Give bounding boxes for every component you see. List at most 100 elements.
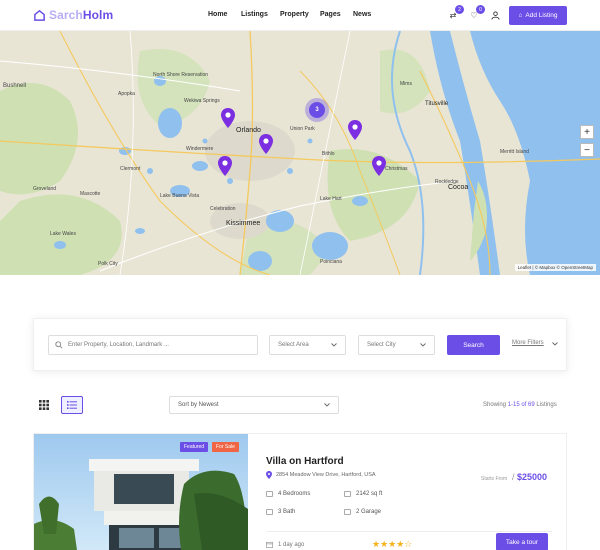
garage-text: 2 Garage [356, 509, 382, 515]
map-label-north-shore: North Shore Reservation [153, 72, 209, 78]
listing-card[interactable]: Featured For Sale Villa on Hartford 2854… [33, 433, 567, 550]
feature-area: 2142 sq ft [344, 491, 382, 497]
map-label-wekiwa: Wekiwa Springs [184, 98, 220, 104]
map-view[interactable]: Bushnell North Shore Reservation Winderm… [0, 31, 600, 275]
map-label-lake-wales: Lake Wales [50, 231, 76, 237]
map-label-bushnell: Bushnell [3, 83, 27, 89]
map-pin-icon[interactable] [259, 134, 273, 154]
compare-badge: 2 [455, 5, 464, 14]
nav-news[interactable]: News [353, 11, 383, 18]
listing-price: / $25000 [512, 472, 547, 482]
bath-text: 3 Bath [278, 509, 296, 515]
bed-icon [266, 491, 273, 497]
take-a-tour-button[interactable]: Take a tour [496, 533, 548, 550]
map-label-celebration: Celebration [210, 206, 236, 212]
calendar-icon [266, 541, 273, 548]
chevron-down-icon [324, 403, 330, 407]
grid-view-button[interactable] [33, 396, 55, 414]
listing-image[interactable]: Featured For Sale [34, 434, 248, 550]
chevron-down-icon [420, 343, 426, 347]
search-button[interactable]: Search [447, 335, 500, 355]
for-sale-tag: For Sale [212, 442, 239, 452]
home-icon: ⌂ [518, 12, 523, 19]
map-cluster-marker[interactable]: 3 [305, 98, 329, 122]
map-label-lake-hart: Lake Hart [320, 196, 342, 202]
map-attribution[interactable]: Leaflet | © Mapbox © OpenStreetMap [514, 264, 596, 271]
more-filters-link[interactable]: More Filters [512, 340, 558, 346]
logo[interactable]: SarchHolm [33, 8, 113, 22]
location-pin-icon [266, 471, 272, 479]
nav-pages[interactable]: Pages [320, 11, 353, 18]
map-label-kissimmee: Kissimmee [226, 220, 261, 227]
posted-text: 1 day ago [278, 541, 305, 548]
main-nav: Home Listings Property Pages News [208, 11, 383, 18]
search-icon [55, 341, 63, 349]
zoom-out-button[interactable]: − [580, 143, 594, 157]
bath-icon [266, 509, 273, 515]
map-pin-icon[interactable] [372, 156, 386, 176]
map-label-bithlo: Bithlo [322, 151, 335, 157]
results-count: Showing 1-15 of 69 Listings [483, 402, 557, 408]
price-value: $25000 [517, 472, 548, 482]
list-icon [67, 401, 77, 409]
map-label-mims: Mims [400, 81, 412, 87]
list-view-button[interactable] [61, 396, 83, 414]
garage-icon [344, 509, 351, 515]
sort-label: Sort by Newest [178, 402, 219, 408]
showing-prefix: Showing [483, 402, 507, 408]
feature-bath: 3 Bath [266, 509, 295, 515]
cluster-count: 3 [309, 102, 325, 118]
nav-home[interactable]: Home [208, 11, 241, 18]
select-area-dropdown[interactable]: Select Area [269, 335, 346, 355]
map-label-christmas: Christmas [385, 166, 408, 172]
map-label-orlando: Orlando [236, 127, 261, 134]
map-label-merritt-island: Merritt Island [500, 149, 529, 155]
nav-listings[interactable]: Listings [241, 11, 280, 18]
featured-tag: Featured [180, 442, 209, 452]
select-city-dropdown[interactable]: Select City [358, 335, 435, 355]
wishlist-badge: 0 [476, 5, 485, 14]
map-label-apopka: Apopka [118, 91, 135, 97]
zoom-in-button[interactable]: + [580, 125, 594, 139]
address-text: 2854 Meadow View Drive, Hartford, USA [276, 472, 376, 478]
map-label-titusville: Titusville [425, 101, 449, 107]
logo-text: SarchHolm [49, 8, 114, 22]
nav-property[interactable]: Property [280, 11, 320, 18]
map-label-union-park: Union Park [290, 126, 315, 132]
card-divider [266, 531, 552, 532]
showing-suffix: Listings [536, 402, 557, 408]
rating-stars: ★★★★☆ [372, 539, 413, 549]
user-icon[interactable] [489, 9, 501, 21]
map-label-groveland: Groveland [33, 186, 57, 192]
heart-icon[interactable]: ♡ 0 [468, 5, 485, 21]
add-listing-label: Add Listing [525, 12, 558, 19]
sort-dropdown[interactable]: Sort by Newest [169, 396, 339, 414]
grid-icon [39, 400, 49, 410]
listing-title[interactable]: Villa on Hartford [266, 456, 344, 467]
search-input[interactable]: Enter Property, Location, Landmark ... [48, 335, 258, 355]
map-label-windermere: Windermere [186, 146, 214, 152]
home-logo-icon [34, 9, 45, 21]
bedrooms-text: 4 Bedrooms [278, 491, 311, 497]
add-listing-button[interactable]: ⌂ Add Listing [509, 6, 567, 25]
top-header: SarchHolm Home Listings Property Pages N… [0, 0, 600, 31]
price-label: Starts From [481, 476, 508, 482]
chevron-down-icon [331, 343, 337, 347]
area-icon [344, 491, 351, 497]
select-city-label: Select City [367, 342, 396, 348]
area-text: 2142 sq ft [356, 491, 383, 497]
price-separator: / [512, 472, 515, 482]
search-placeholder: Enter Property, Location, Landmark ... [68, 342, 169, 348]
map-pin-icon[interactable] [348, 120, 362, 140]
chevron-down-icon [551, 342, 558, 346]
map-label-lake-buena-vista: Lake Buena Vista [160, 193, 200, 199]
map-pin-icon[interactable] [218, 156, 232, 176]
map-label-cocoa: Cocoa [448, 184, 469, 191]
compare-icon[interactable]: ⇄ 2 [447, 5, 464, 21]
map-label-polk-city: Polk City [98, 261, 118, 267]
select-area-label: Select Area [278, 342, 309, 348]
map-pin-icon[interactable] [221, 108, 235, 128]
map-label-mascotte: Mascotte [80, 191, 101, 197]
showing-range: 1-15 of 69 [507, 402, 535, 408]
listing-address: 2854 Meadow View Drive, Hartford, USA [266, 471, 376, 479]
